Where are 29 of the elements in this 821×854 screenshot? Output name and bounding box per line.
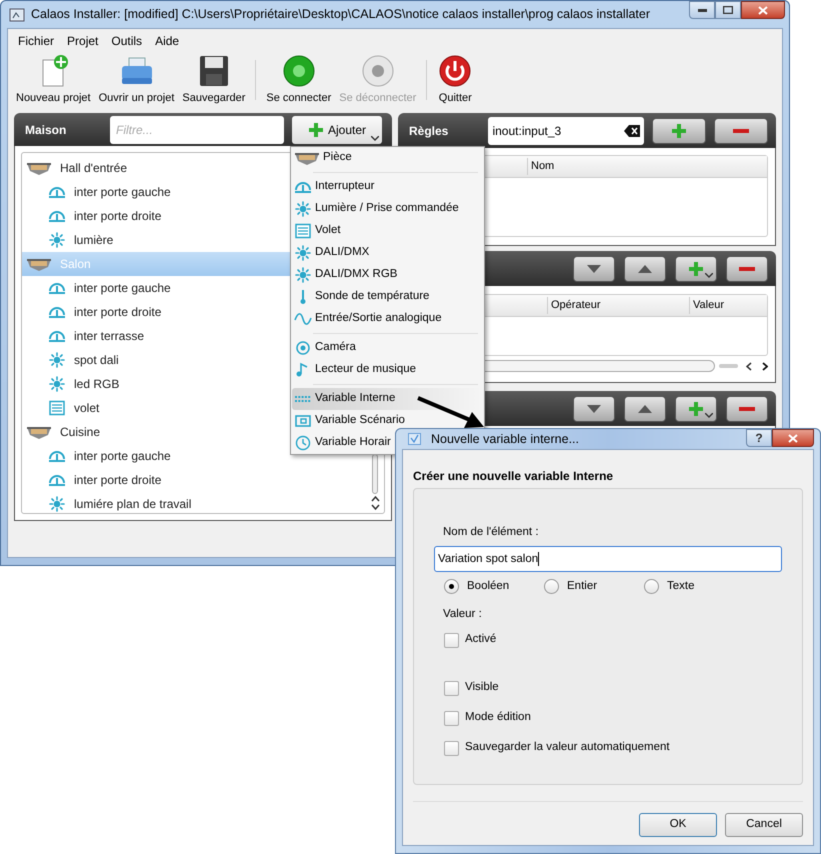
- tree-item-label: inter porte gauche: [74, 280, 171, 297]
- dialog-heading: Créer une nouvelle variable Interne: [413, 468, 614, 485]
- tree-item-label: spot dali: [74, 352, 119, 369]
- radio-label: Entier: [567, 578, 598, 594]
- tree-item-label: inter terrasse: [74, 328, 144, 345]
- tree-item-label: inter porte droite: [74, 472, 162, 489]
- window-title: Calaos Installer: [modified] C:\Users\Propriétaire\Desktop\CALAOS\notice calaos installer\prog calaos installater: [31, 6, 650, 24]
- checkbox-label: Visible: [465, 680, 499, 696]
- checkbox-label: Activé: [465, 632, 496, 648]
- tree-item-label: lumière: [74, 232, 114, 249]
- panel-title: Règles: [408, 122, 450, 140]
- radio-label: Texte: [667, 578, 694, 594]
- tree-item-label: Hall d'entrée: [60, 160, 127, 177]
- checkbox-label: Sauvegarder la valeur automatiquement: [465, 740, 670, 756]
- tree-item-label: led RGB: [74, 376, 120, 393]
- tree-item-label: lumiére plan de travail: [74, 496, 192, 513]
- tree-item-label: Cuisine: [60, 424, 100, 441]
- panel-title: Maison: [24, 122, 68, 138]
- tree-item-label: volet: [74, 400, 100, 417]
- tree-item-label: Salon: [60, 256, 91, 273]
- radio-label: Booléen: [467, 578, 510, 594]
- tree-item-label: inter porte gauche: [74, 448, 171, 465]
- tree-item-label: inter porte droite: [74, 208, 162, 225]
- tree-item-label: inter porte gauche: [74, 184, 171, 201]
- tree-item-label: inter porte droite: [74, 304, 162, 321]
- field-label: Nom de l'élément :: [443, 525, 540, 540]
- checkbox-label: Mode édition: [465, 710, 531, 726]
- dialog-title: Nouvelle variable interne...: [431, 430, 579, 448]
- field-label: Valeur :: [443, 607, 483, 622]
